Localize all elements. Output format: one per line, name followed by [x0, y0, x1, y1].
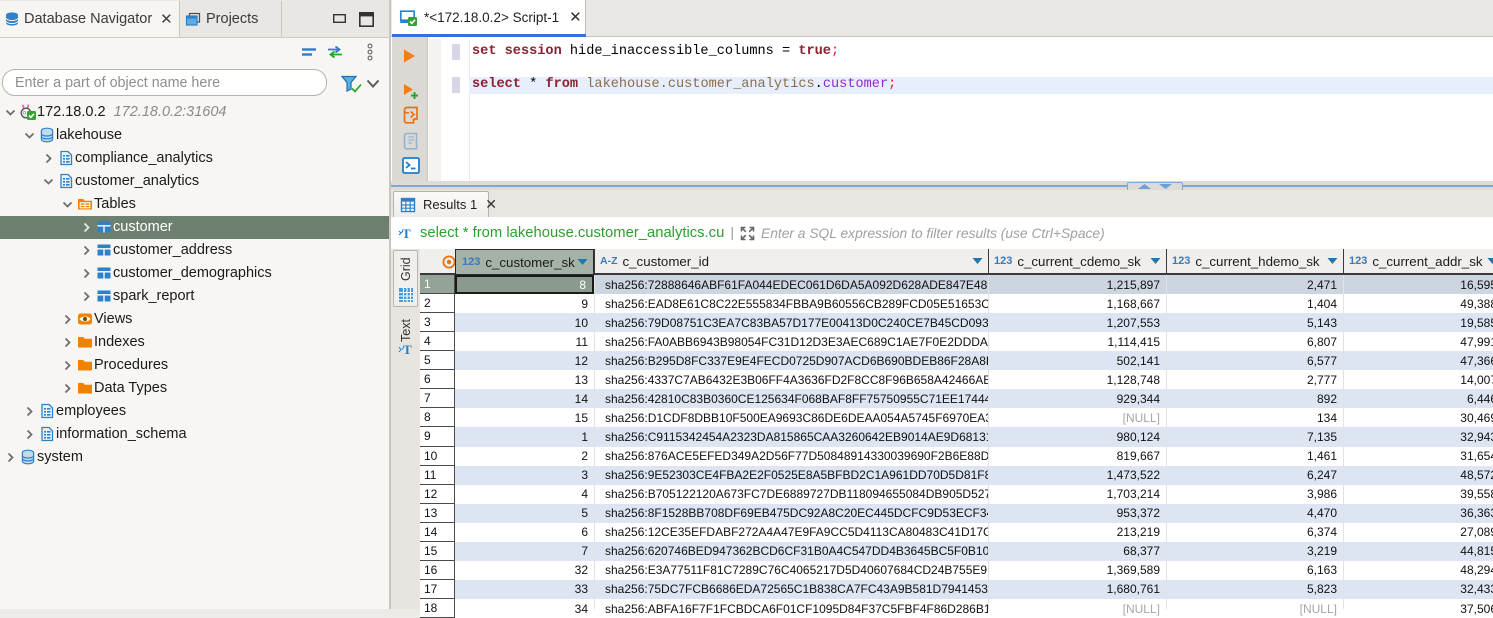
svg-text:T: T: [402, 226, 411, 240]
svg-text:T: T: [403, 342, 412, 357]
